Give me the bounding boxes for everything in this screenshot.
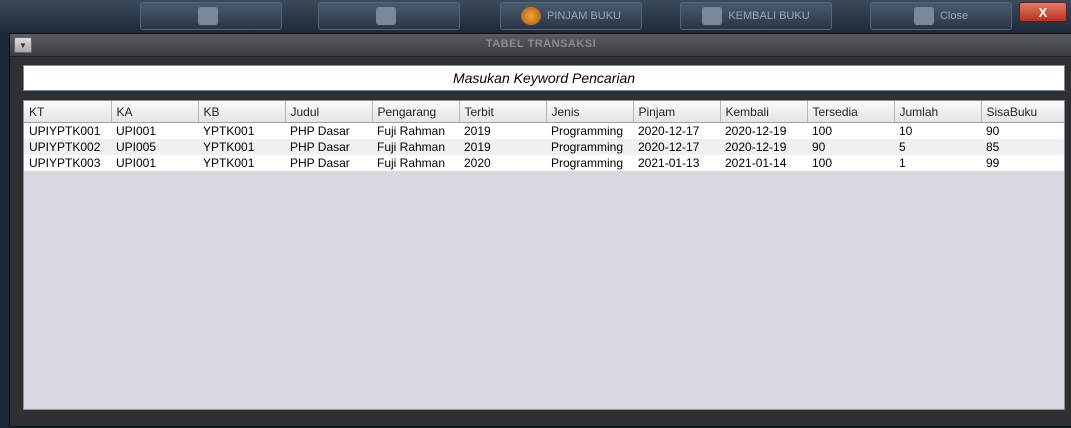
table-cell-sisabuku[interactable]: 90 [981,122,1064,139]
table-cell-kembali[interactable]: 2020-12-19 [720,139,807,155]
table-cell-sisabuku[interactable]: 99 [981,155,1064,171]
table-cell-pengarang[interactable]: Fuji Rahman [372,155,459,171]
column-header-kembali[interactable]: Kembali [720,101,808,123]
table-row[interactable]: UPIYPTK002 UPI005 YPTK001 PHP Dasar Fuji Rah… [24,139,1064,155]
table-cell-pengarang[interactable]: Fuji Rahman [372,122,459,139]
table-cell-kb[interactable]: YPTK001 [198,122,285,139]
close-app-label: Close [939,10,969,22]
table-cell-jumlah[interactable]: 1 [894,155,981,171]
column-header-ka[interactable]: KA [111,101,199,123]
table-row[interactable]: UPIYPTK003 UPI001 YPTK001 PHP Dasar Fuji Rah… [24,155,1064,171]
table-cell-kembali[interactable]: 2021-01-14 [720,155,807,171]
column-header-jenis[interactable]: Jenis [546,101,634,123]
table-cell-ka[interactable]: UPI001 [111,155,198,171]
table-cell-tersedia[interactable]: 100 [807,155,894,171]
user-icon [198,7,218,25]
column-header-pengarang[interactable]: Pengarang [372,101,460,123]
table-cell-kembali[interactable]: 2020-12-19 [720,122,807,139]
table-cell-sisabuku[interactable]: 85 [981,139,1064,155]
book-icon [521,7,542,25]
table-cell-tersedia[interactable]: 90 [807,139,894,155]
table-cell-tersedia[interactable]: 100 [807,122,894,139]
table-cell-kt[interactable]: UPIYPTK003 [24,155,111,171]
table-cell-pinjam[interactable]: 2021-01-13 [633,155,720,171]
column-header-tersedia[interactable]: Tersedia [807,101,895,123]
search-input[interactable] [23,65,1065,91]
table-cell-judul[interactable]: PHP Dasar [285,155,372,171]
column-header-judul[interactable]: Judul [285,101,373,123]
table-cell-terbit[interactable]: 2019 [459,122,546,139]
exit-icon [913,7,934,25]
column-header-jumlah[interactable]: Jumlah [894,101,982,123]
close-app-button[interactable]: Close [870,2,1012,30]
table-cell-jenis[interactable]: Programming [546,155,633,171]
table-cell-pinjam[interactable]: 2020-12-17 [633,139,720,155]
return-icon [702,7,723,25]
pinjam-buku-button[interactable]: PINJAM BUKU [500,2,642,30]
table-cell-kb[interactable]: YPTK001 [198,139,285,155]
column-header-terbit[interactable]: Terbit [459,101,547,123]
bg-toolbar-button-1[interactable] [140,2,282,30]
close-icon: X [1038,4,1048,20]
bg-toolbar-button-2[interactable] [318,2,460,30]
window-titlebar[interactable]: ▼ TABEL TRANSAKSI [10,34,1071,57]
pinjam-buku-label: PINJAM BUKU [547,10,621,22]
column-header-kt[interactable]: KT [24,101,112,123]
column-header-kb[interactable]: KB [198,101,286,123]
window-title: TABEL TRANSAKSI [485,38,597,50]
table-cell-judul[interactable]: PHP Dasar [285,139,372,155]
document-icon [376,7,396,25]
table-cell-terbit[interactable]: 2020 [459,155,546,171]
column-header-sisabuku[interactable]: SisaBuku [981,101,1064,123]
transaction-table: KT KA KB Judul Pengarang Terbit Jenis Pinjam Kem… [23,100,1065,410]
table-cell-kb[interactable]: YPTK001 [198,155,285,171]
table-cell-pinjam[interactable]: 2020-12-17 [633,122,720,139]
window-close-button[interactable]: X [1019,2,1067,22]
table-cell-jenis[interactable]: Programming [546,122,633,139]
transaction-table-window: ▼ TABEL TRANSAKSI KTKAKBJudulPengarangTe… [9,33,1071,427]
table-cell-jenis[interactable]: Programming [546,139,633,155]
column-header-pinjam[interactable]: Pinjam [633,101,721,123]
table-cell-ka[interactable]: UPI005 [111,139,198,155]
table-cell-pengarang[interactable]: Fuji Rahman [372,139,459,155]
table-cell-jumlah[interactable]: 5 [894,139,981,155]
table-cell-terbit[interactable]: 2019 [459,139,546,155]
table-cell-ka[interactable]: UPI001 [111,122,198,139]
table-cell-judul[interactable]: PHP Dasar [285,122,372,139]
table-row[interactable]: UPIYPTK001 UPI001 YPTK001 PHP Dasar Fuji Rah… [24,122,1064,139]
window-bottom-border [10,414,1071,426]
background-toolbar: PINJAM BUKU KEMBALI BUKU Close [0,0,1071,32]
table-cell-jumlah[interactable]: 10 [894,122,981,139]
kembali-buku-button[interactable]: KEMBALI BUKU [680,2,832,30]
kembali-buku-label: KEMBALI BUKU [728,10,810,22]
table-cell-kt[interactable]: UPIYPTK001 [24,122,111,139]
table-header-row: KT KA KB Judul Pengarang Terbit Jenis Pinjam Kem… [24,101,1064,123]
table-cell-kt[interactable]: UPIYPTK002 [24,139,111,155]
